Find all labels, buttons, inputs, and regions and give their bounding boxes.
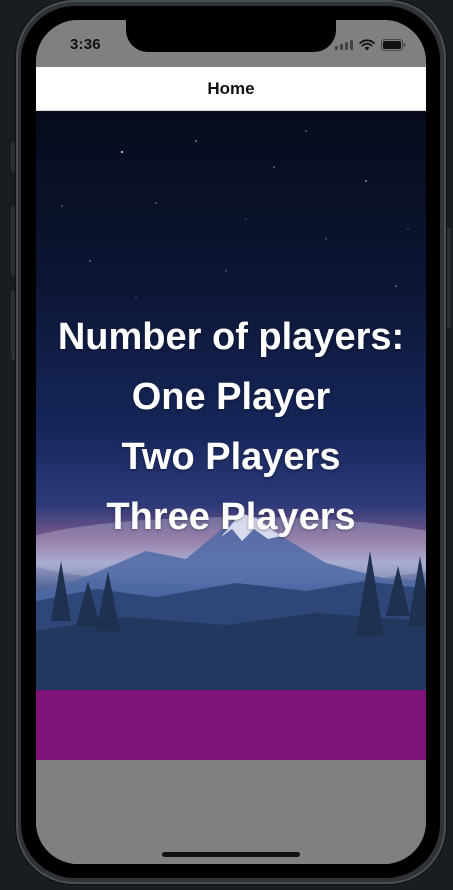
wifi-icon: [359, 39, 375, 51]
battery-icon: [381, 39, 406, 51]
screen: 3:36 Home Number of players: One Player …: [36, 20, 426, 864]
two-players-option[interactable]: Two Players: [36, 427, 426, 487]
status-bar: 3:36: [36, 20, 426, 67]
status-time: 3:36: [70, 36, 101, 53]
status-icons: [335, 38, 406, 52]
three-players-option[interactable]: Three Players: [36, 487, 426, 547]
home-indicator[interactable]: [162, 852, 300, 857]
notch: [126, 20, 336, 52]
power-button: [446, 228, 451, 328]
signal-icon: [335, 40, 353, 50]
one-player-option[interactable]: One Player: [36, 367, 426, 427]
purple-banner: [36, 690, 426, 760]
bottom-area: [36, 760, 426, 864]
background-image: Number of players: One Player Two Player…: [36, 111, 426, 690]
player-menu: Number of players: One Player Two Player…: [36, 307, 426, 547]
navigation-bar: Home: [36, 67, 426, 111]
nav-title: Home: [207, 78, 255, 98]
menu-heading: Number of players:: [57, 316, 405, 358]
